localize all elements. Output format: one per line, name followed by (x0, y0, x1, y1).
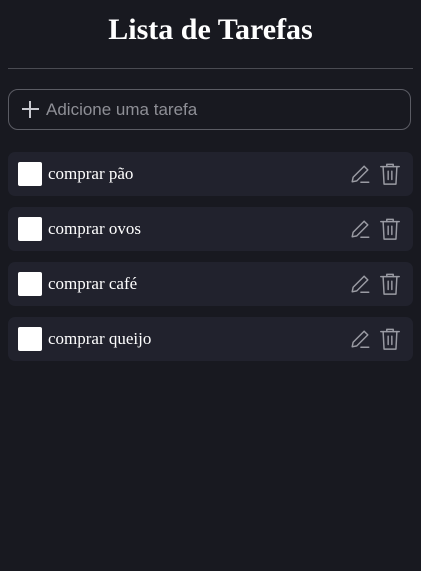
task-checkbox[interactable] (18, 217, 42, 241)
task-checkbox[interactable] (18, 327, 42, 351)
task-label: comprar café (48, 274, 138, 293)
pencil-icon[interactable] (349, 273, 371, 295)
task-label: comprar queijo (48, 329, 152, 348)
pencil-icon[interactable] (349, 328, 371, 350)
trash-icon[interactable] (379, 162, 401, 186)
add-task-input[interactable] (46, 95, 396, 125)
divider (8, 68, 413, 69)
add-task-box[interactable] (8, 89, 411, 130)
plus-icon[interactable] (22, 101, 39, 118)
task-checkbox[interactable] (18, 272, 42, 296)
task-item: comprar pão (8, 152, 413, 196)
trash-icon[interactable] (379, 217, 401, 241)
pencil-icon[interactable] (349, 163, 371, 185)
todo-app: Lista de Tarefas comprar pão comprar ovo… (0, 0, 421, 571)
task-item: comprar café (8, 262, 413, 306)
task-label: comprar pão (48, 164, 134, 183)
page-title: Lista de Tarefas (108, 13, 313, 46)
task-checkbox[interactable] (18, 162, 42, 186)
pencil-icon[interactable] (349, 218, 371, 240)
task-list: comprar pão comprar ovos comprar café co… (8, 152, 413, 372)
task-item: comprar ovos (8, 207, 413, 251)
task-item: comprar queijo (8, 317, 413, 361)
trash-icon[interactable] (379, 272, 401, 296)
task-label: comprar ovos (48, 219, 142, 238)
trash-icon[interactable] (379, 327, 401, 351)
